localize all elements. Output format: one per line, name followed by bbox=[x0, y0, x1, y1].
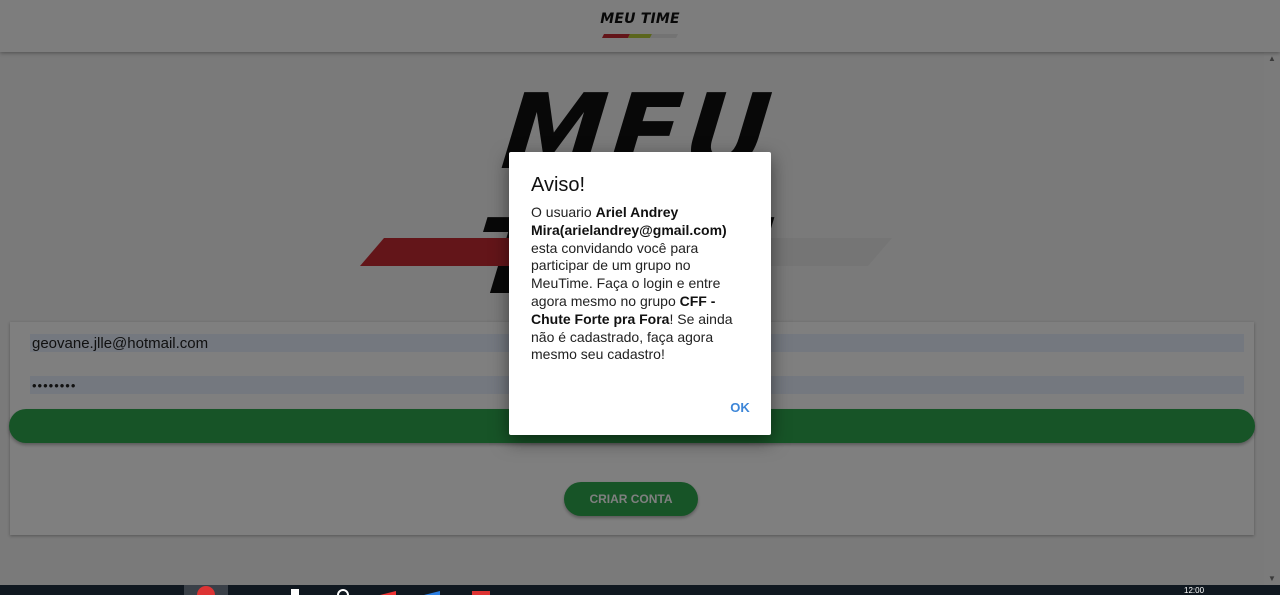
dialog-title: Aviso! bbox=[531, 174, 586, 196]
app-icon[interactable] bbox=[470, 585, 492, 595]
message-text: O usuario bbox=[531, 204, 596, 220]
os-taskbar: 12:00 bbox=[0, 585, 1280, 595]
chrome-icon[interactable] bbox=[196, 585, 216, 595]
file-icon[interactable] bbox=[289, 585, 301, 595]
search-icon[interactable] bbox=[336, 585, 350, 595]
taskbar-clock[interactable]: 12:00 bbox=[1184, 586, 1204, 595]
invite-dialog: Aviso! O usuario Ariel Andrey Mira(ariel… bbox=[509, 152, 771, 435]
dialog-message: O usuario Ariel Andrey Mira(arielandrey@… bbox=[531, 204, 749, 364]
ok-button[interactable]: OK bbox=[721, 395, 759, 419]
app-icon[interactable] bbox=[378, 585, 398, 595]
app-icon[interactable] bbox=[422, 585, 442, 595]
